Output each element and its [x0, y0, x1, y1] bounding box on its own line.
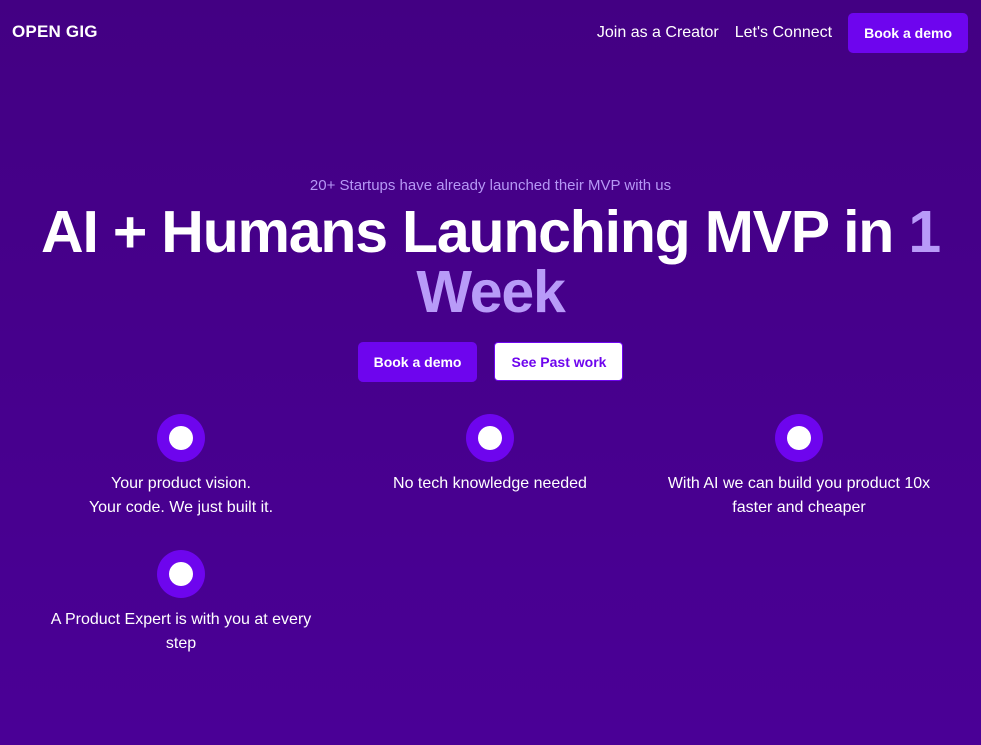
- feature-bullet-icon: [157, 550, 205, 598]
- hero-section: 20+ Startups have already launched their…: [0, 176, 981, 322]
- top-nav: OPEN GIG Join as a Creator Let's Connect…: [0, 0, 981, 66]
- feature-text: A Product Expert is with you at every st…: [50, 611, 312, 652]
- feature-item: With AI we can build you product 10x fas…: [649, 414, 949, 520]
- nav-book-demo-button[interactable]: Book a demo: [848, 13, 968, 53]
- hero-cta-row: Book a demo See Past work: [0, 342, 981, 382]
- logo[interactable]: OPEN GIG: [12, 22, 98, 42]
- headline-main-text: AI + Humans Launching MVP in: [41, 199, 894, 265]
- nav-links: Join as a Creator Let's Connect Book a d…: [597, 13, 968, 53]
- feature-text: Your product vision. Your code. We just …: [88, 475, 274, 516]
- feature-item: No tech knowledge needed: [340, 414, 640, 496]
- see-past-work-button[interactable]: See Past work: [494, 342, 624, 381]
- hero-tagline: 20+ Startups have already launched their…: [309, 177, 672, 194]
- feature-bullet-icon: [157, 414, 205, 462]
- nav-link-join-creator[interactable]: Join as a Creator: [597, 24, 719, 42]
- feature-item: A Product Expert is with you at every st…: [31, 550, 331, 656]
- feature-text: With AI we can build you product 10x fas…: [667, 475, 931, 516]
- hero-book-demo-button[interactable]: Book a demo: [357, 342, 478, 382]
- nav-link-lets-connect[interactable]: Let's Connect: [735, 24, 832, 42]
- feature-item: Your product vision. Your code. We just …: [31, 414, 331, 520]
- hero-headline: AI + Humans Launching MVP in 1 Week: [0, 202, 981, 322]
- feature-text: No tech knowledge needed: [393, 475, 587, 492]
- feature-bullet-icon: [775, 414, 823, 462]
- feature-bullet-icon: [466, 414, 514, 462]
